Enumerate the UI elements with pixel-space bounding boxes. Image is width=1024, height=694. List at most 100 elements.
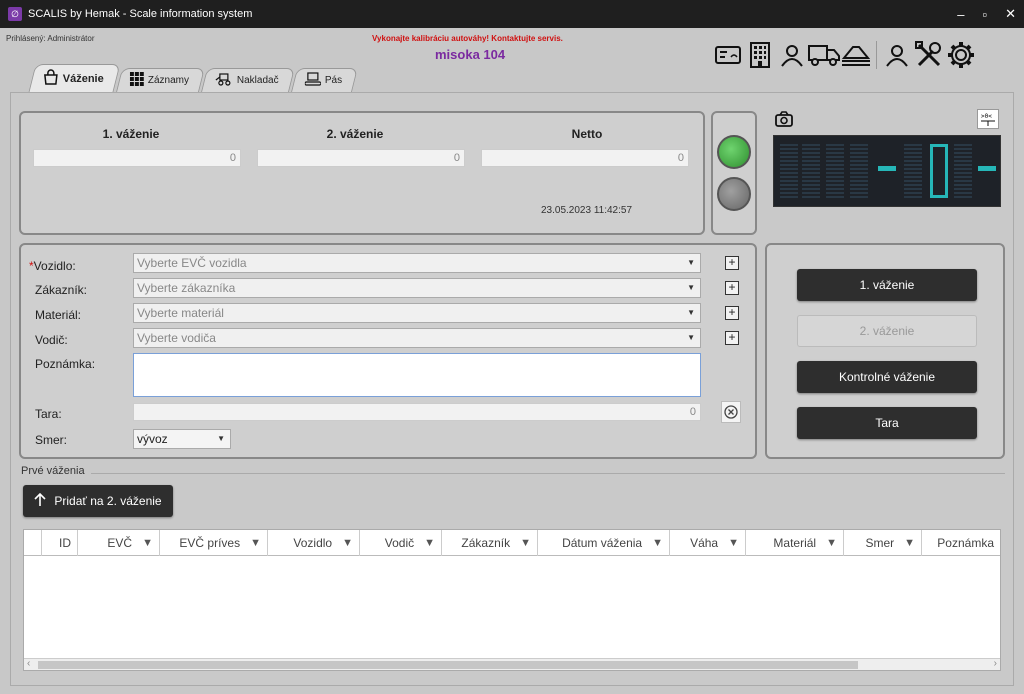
control-weighing-button[interactable]: Kontrolné váženie xyxy=(797,361,977,393)
arrow-up-icon xyxy=(34,492,46,510)
filter-icon[interactable]: ▼ xyxy=(250,537,261,549)
add-to-second-weighing-button[interactable]: Pridať na 2. váženie xyxy=(23,485,173,517)
add-material-button[interactable]: + xyxy=(725,306,739,320)
column-header-poznamka[interactable]: Poznámka xyxy=(922,530,1000,556)
tab-bar: Váženie Záznamy Nakladač Pás xyxy=(28,64,359,92)
vazenie-content: 1. váženie 2. váženie Netto 0 0 0 23.05.… xyxy=(10,92,1014,686)
filter-icon[interactable]: ▼ xyxy=(342,537,353,549)
column-header-zakaznik[interactable]: Zákazník ▼ xyxy=(442,530,538,556)
calibration-warning: Vykonajte kalibráciu autováhy! Kontaktuj… xyxy=(372,34,563,43)
camera-icon[interactable] xyxy=(775,111,793,130)
tab-label: Záznamy xyxy=(147,75,189,86)
column-header-vodic[interactable]: Vodič ▼ xyxy=(360,530,442,556)
material-select[interactable]: Vyberte materiál ▼ xyxy=(133,303,701,323)
filter-icon[interactable]: ▼ xyxy=(904,537,915,549)
tara-button[interactable]: Tara xyxy=(797,407,977,439)
vehicle-select[interactable]: Vyberte EVČ vozidla ▼ xyxy=(133,253,701,273)
row-selector-header xyxy=(24,530,42,556)
tab-label: Pás xyxy=(324,75,342,86)
filter-icon[interactable]: ▼ xyxy=(520,537,531,549)
minimize-button[interactable]: – xyxy=(957,7,964,22)
driver-select[interactable]: Vyberte vodiča ▼ xyxy=(133,328,701,348)
tab-vazenie[interactable]: Váženie xyxy=(28,64,121,92)
bag-icon xyxy=(43,69,59,88)
settings-icon[interactable] xyxy=(945,40,977,70)
tab-zaznamy[interactable]: Záznamy xyxy=(115,68,206,92)
green-status-lamp xyxy=(717,135,751,169)
column-header-smer[interactable]: Smer ▼ xyxy=(844,530,922,556)
form-panel: *Vozidlo: Vyberte EVČ vozidla ▼ + Zákazní… xyxy=(19,243,757,459)
column-header-vaha[interactable]: Váha ▼ xyxy=(670,530,746,556)
loader-icon xyxy=(215,72,233,89)
tab-label: Váženie xyxy=(62,72,104,85)
filter-icon[interactable]: ▼ xyxy=(728,537,739,549)
material-label: Materiál: xyxy=(35,308,82,322)
title-bar: ∅ SCALIS by Hemak - Scale information sy… xyxy=(0,0,1024,28)
filter-icon[interactable]: ▼ xyxy=(424,537,435,549)
building-icon[interactable] xyxy=(744,40,776,70)
driver-label: Vodič: xyxy=(35,333,68,347)
maximize-button[interactable]: ▫ xyxy=(982,7,987,22)
direction-label: Smer: xyxy=(35,433,68,447)
status-lamps-panel xyxy=(711,111,757,235)
clear-tara-button[interactable] xyxy=(721,401,741,423)
filter-icon[interactable]: ▼ xyxy=(826,537,837,549)
weight-display xyxy=(773,135,1001,207)
add-customer-button[interactable]: + xyxy=(725,281,739,295)
column-header-datum[interactable]: Dátum váženia ▼ xyxy=(538,530,670,556)
column-header-vozidlo[interactable]: Vozidlo ▼ xyxy=(268,530,360,556)
second-weighing-label: 2. váženie xyxy=(326,127,384,141)
tara-label: Tara: xyxy=(35,407,62,421)
tab-nakladac[interactable]: Nakladač xyxy=(201,68,295,92)
direction-select[interactable]: vývoz ▼ xyxy=(133,429,231,449)
horizontal-scrollbar[interactable]: ‹ › xyxy=(24,658,1000,670)
add-driver-button[interactable]: + xyxy=(725,331,739,345)
customer-label: Zákazník: xyxy=(35,283,88,297)
netto-label: Netto xyxy=(571,127,603,141)
close-button[interactable]: ✕ xyxy=(1005,6,1016,22)
tara-value: 0 xyxy=(133,403,701,421)
user-icon[interactable] xyxy=(776,40,808,70)
card-reader-icon[interactable] xyxy=(712,40,744,70)
second-weighing-value: 0 xyxy=(257,149,465,167)
section-divider xyxy=(91,473,1005,474)
table-header: ID EVČ ▼ EVČ príves ▼ Vozidlo ▼ Vodič ▼ Záka… xyxy=(24,530,1000,556)
column-header-id[interactable]: ID xyxy=(42,530,78,556)
window-title: SCALIS by Hemak - Scale information syst… xyxy=(28,8,253,20)
note-textarea[interactable] xyxy=(133,353,701,397)
app-logo-icon: ∅ xyxy=(8,7,22,21)
scale-platform-icon[interactable] xyxy=(840,40,872,70)
column-header-material[interactable]: Materiál ▼ xyxy=(746,530,844,556)
first-weighings-table: ID EVČ ▼ EVČ príves ▼ Vozidlo ▼ Vodič ▼ Záka… xyxy=(23,529,1001,671)
tools-icon[interactable] xyxy=(913,40,945,70)
second-weighing-button[interactable]: 2. váženie xyxy=(797,315,977,347)
scale-name: misoka 104 xyxy=(435,47,506,62)
first-weighing-button[interactable]: 1. váženie xyxy=(797,269,977,301)
tab-label: Nakladač xyxy=(236,75,279,86)
tab-pas[interactable]: Pás xyxy=(290,68,359,92)
column-header-evc-prives[interactable]: EVČ príves ▼ xyxy=(160,530,268,556)
grid-icon xyxy=(129,72,144,89)
toolbar-separator xyxy=(876,41,877,69)
zero-button[interactable]: >0< xyxy=(977,109,999,129)
weighing-panel: 1. váženie 2. váženie Netto 0 0 0 23.05.… xyxy=(19,111,705,235)
admin-user-icon[interactable] xyxy=(881,40,913,70)
svg-text:>0<: >0< xyxy=(981,113,992,120)
logged-user: Prihlásený: Administrátor xyxy=(6,34,95,43)
add-button-label: Pridať na 2. váženie xyxy=(54,494,162,508)
filter-icon[interactable]: ▼ xyxy=(652,537,663,549)
note-label: Poznámka: xyxy=(35,357,96,371)
vehicle-label: *Vozidlo: xyxy=(29,259,76,273)
filter-icon[interactable]: ▼ xyxy=(142,537,153,549)
first-weighings-label: Prvé váženia xyxy=(21,465,85,477)
first-weighing-label: 1. váženie xyxy=(102,127,160,141)
weighing-datetime: 23.05.2023 11:42:57 xyxy=(541,205,633,216)
customer-select[interactable]: Vyberte zákazníka ▼ xyxy=(133,278,701,298)
toolbar xyxy=(712,40,977,70)
add-vehicle-button[interactable]: + xyxy=(725,256,739,270)
column-header-evc[interactable]: EVČ ▼ xyxy=(78,530,160,556)
truck-icon[interactable] xyxy=(808,40,840,70)
gray-status-lamp xyxy=(717,177,751,211)
actions-panel: 1. váženie 2. váženie Kontrolné váženie … xyxy=(765,243,1005,459)
netto-value: 0 xyxy=(481,149,689,167)
